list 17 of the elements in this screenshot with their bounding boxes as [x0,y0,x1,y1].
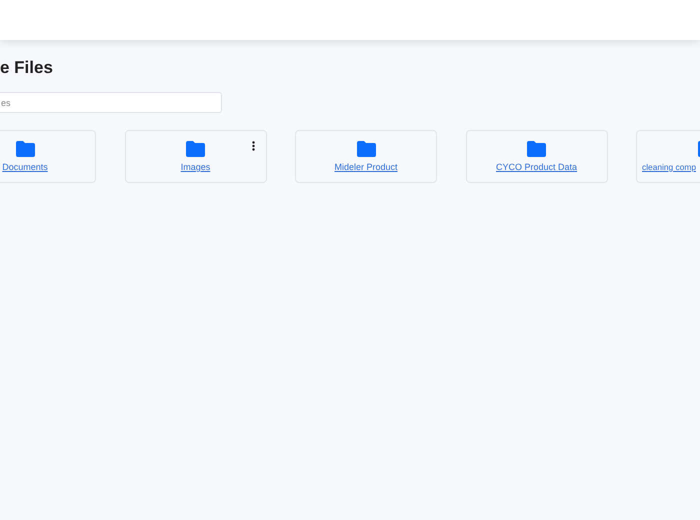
folder-card[interactable]: Mideler Product [295,130,437,183]
folder-icon [356,141,376,157]
folder-link[interactable]: Documents [2,162,48,172]
folder-link[interactable]: Images [180,162,210,172]
folder-link[interactable]: cleaning comp [642,162,696,172]
folder-icon [527,141,546,157]
folder-card[interactable]: Images [124,130,266,183]
folder-card[interactable]: cleaning comp [636,130,700,183]
folder-icon [16,141,34,157]
folder-link[interactable]: CYCO Product Data [496,162,578,172]
folder-card[interactable]: Documents [0,130,96,183]
search-field[interactable]: es [0,92,222,113]
folder-icon [186,141,205,157]
more-options-icon[interactable] [252,141,254,151]
folder-link[interactable]: Mideler Product [334,162,398,172]
folder-card[interactable]: CYCO Product Data [466,130,608,183]
page-title: e Files [0,58,54,78]
